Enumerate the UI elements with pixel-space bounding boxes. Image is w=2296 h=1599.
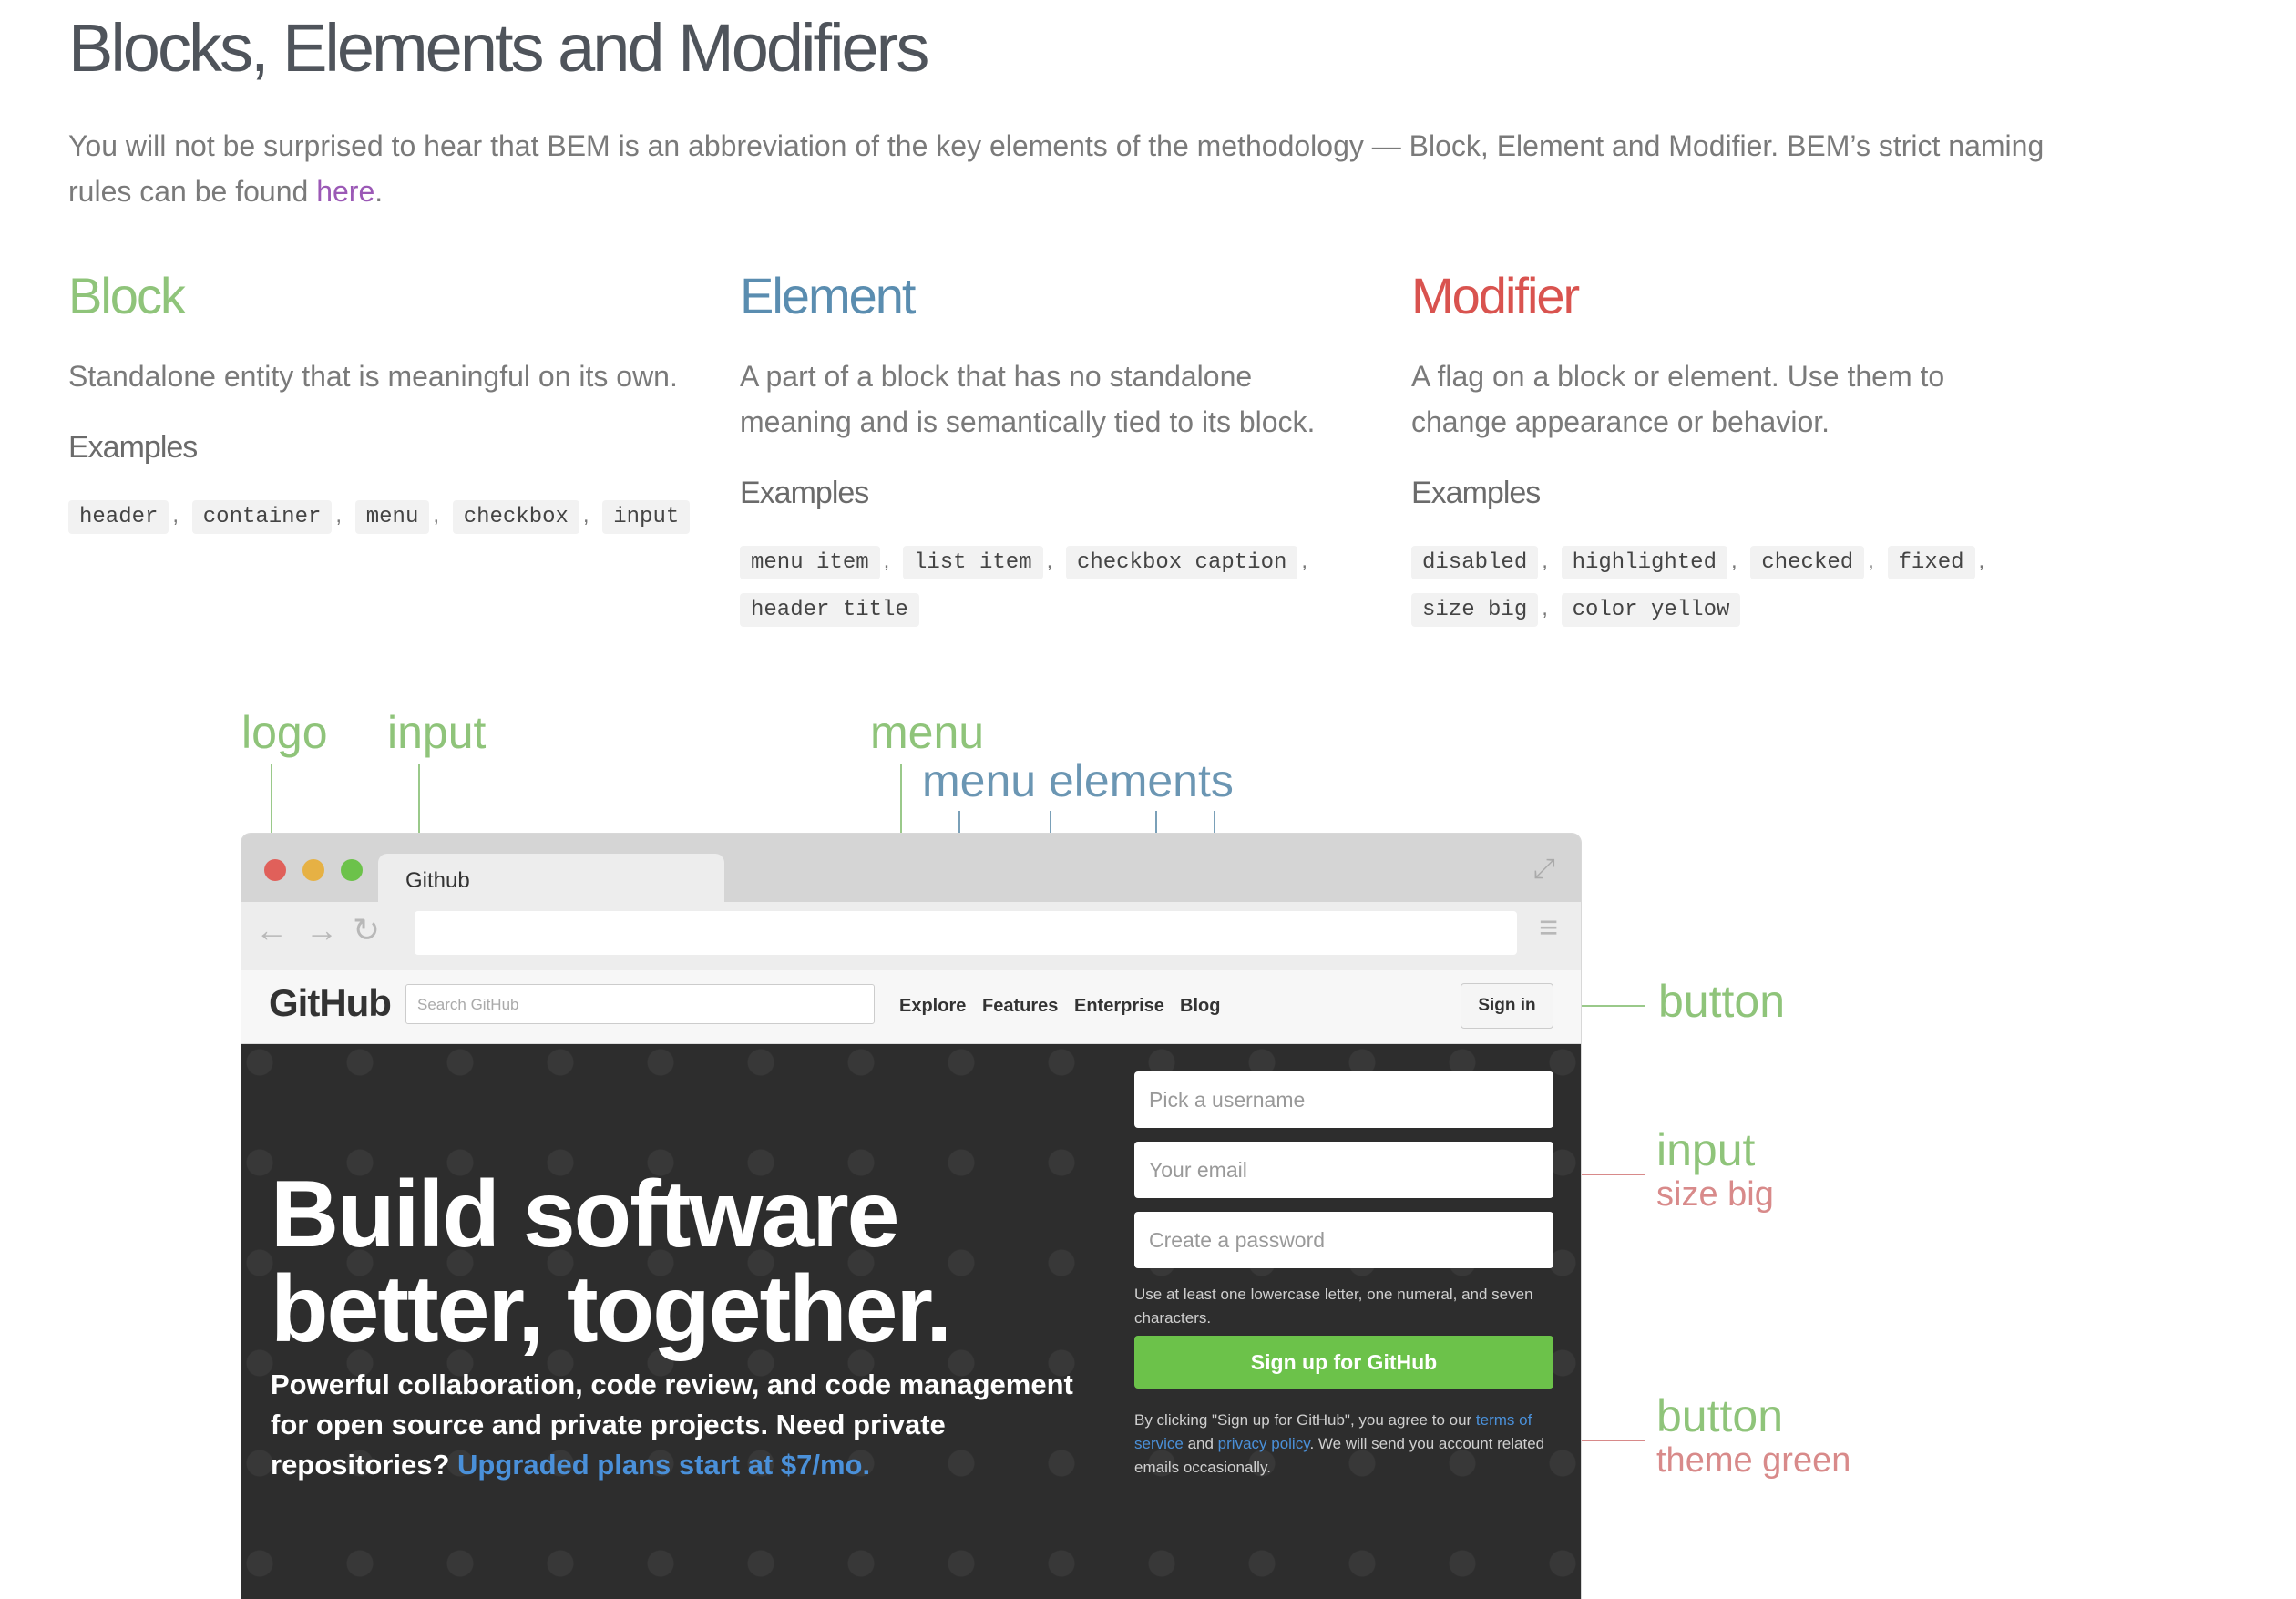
terms-and: and [1183, 1435, 1218, 1452]
modifier-column: Modifier A flag on a block or element. U… [1411, 264, 2040, 633]
expand-icon[interactable]: ⤢ [1533, 854, 1555, 885]
example-tag: input [602, 500, 691, 534]
block-description: Standalone entity that is meaningful on … [68, 360, 678, 393]
sign-in-button[interactable]: Sign in [1461, 983, 1553, 1029]
example-tag: color yellow [1561, 593, 1741, 627]
intro-paragraph: You will not be surprised to hear that B… [68, 123, 2073, 214]
block-column: Block Standalone entity that is meaningf… [68, 264, 697, 540]
forward-arrow-icon[interactable]: → [305, 911, 338, 949]
address-bar[interactable] [415, 911, 1517, 955]
example-tag: container [191, 500, 333, 534]
example-tag: menu item [740, 546, 880, 579]
github-logo[interactable]: GitHub [269, 981, 392, 1025]
block-examples: header, container, menu, checkbox, input [68, 493, 697, 540]
example-tag: menu [354, 500, 430, 534]
example-tag: list item [902, 546, 1043, 579]
annotation-menu: menu [870, 707, 985, 758]
browser-tab[interactable]: Github [378, 854, 724, 908]
menu-item-explore[interactable]: Explore [899, 996, 966, 1017]
upgrade-plans-link[interactable]: Upgraded plans start at $7/mo. [457, 1449, 870, 1481]
element-description: A part of a block that has no standalone… [740, 360, 1316, 438]
browser-mockup: Github ⤢ ← → ↻ ≡ GitHub Search GitHub Ex… [241, 834, 1581, 1599]
element-examples: menu item, list item, checkbox caption, … [740, 538, 1368, 633]
modifier-examples: disabled, highlighted, checked, fixed, s… [1411, 538, 2040, 633]
hamburger-menu-icon[interactable]: ≡ [1539, 908, 1558, 947]
reload-icon[interactable]: ↻ [353, 911, 380, 949]
password-field[interactable]: Create a password [1134, 1212, 1553, 1268]
maximize-dot-icon[interactable] [341, 859, 363, 881]
example-tag: header title [740, 593, 919, 627]
minimize-dot-icon[interactable] [302, 859, 324, 881]
privacy-policy-link[interactable]: privacy policy [1218, 1435, 1310, 1452]
signup-button[interactable]: Sign up for GitHub [1134, 1336, 1553, 1389]
example-tag: size big [1411, 593, 1539, 627]
github-search-input[interactable]: Search GitHub [405, 984, 875, 1024]
annotation-button-modifier: theme green [1656, 1441, 1851, 1480]
password-hint: Use at least one lowercase letter, one n… [1134, 1286, 1533, 1327]
username-field[interactable]: Pick a username [1134, 1071, 1553, 1128]
back-arrow-icon[interactable]: ← [255, 911, 288, 949]
annotation-button-top: button [1658, 976, 1786, 1027]
annotation-input-right: input [1656, 1124, 1756, 1175]
annotation-input-modifier: size big [1656, 1175, 1774, 1214]
close-dot-icon[interactable] [264, 859, 286, 881]
modifier-examples-title: Examples [1411, 476, 1541, 510]
hero-title: Build software better, together. [271, 1167, 1182, 1357]
element-column: Element A part of a block that has no st… [740, 264, 1368, 633]
menu-item-features[interactable]: Features [982, 996, 1058, 1017]
example-tag: highlighted [1561, 546, 1727, 579]
block-examples-title: Examples [68, 430, 198, 465]
example-tag: header [68, 500, 169, 534]
signup-terms: By clicking "Sign up for GitHub", you ag… [1134, 1409, 1553, 1480]
element-title: Element [740, 267, 916, 324]
github-header: GitHub Search GitHub Explore Features En… [241, 970, 1581, 1044]
hero-subtitle: Powerful collaboration, code review, and… [271, 1365, 1091, 1485]
block-title: Block [68, 267, 186, 324]
example-tag: checkbox caption [1065, 546, 1298, 579]
annotation-menu-elements: menu elements [922, 755, 1234, 806]
github-hero: Build software better, together. Powerfu… [241, 1044, 1581, 1599]
email-field[interactable]: Your email [1134, 1142, 1553, 1198]
element-examples-title: Examples [740, 476, 869, 510]
modifier-title: Modifier [1411, 267, 1580, 324]
hero-title-line: better, together. [271, 1256, 952, 1362]
modifier-description: A flag on a block or element. Use them t… [1411, 360, 1945, 438]
terms-prefix: By clicking "Sign up for GitHub", you ag… [1134, 1411, 1476, 1429]
example-tag: checked [1750, 546, 1865, 579]
menu-item-blog[interactable]: Blog [1180, 996, 1220, 1017]
annotation-input-top: input [387, 707, 487, 758]
page-title: Blocks, Elements and Modifiers [68, 10, 929, 86]
intro-end: . [374, 175, 384, 208]
annotation-logo: logo [241, 707, 328, 758]
example-tag: disabled [1411, 546, 1539, 579]
intro-here-link[interactable]: here [316, 175, 374, 208]
example-tag: checkbox [452, 500, 579, 534]
menu-item-enterprise[interactable]: Enterprise [1074, 996, 1164, 1017]
example-tag: fixed [1887, 546, 1975, 579]
annotation-button-right: button [1656, 1390, 1784, 1441]
hero-title-line: Build software [271, 1162, 900, 1267]
